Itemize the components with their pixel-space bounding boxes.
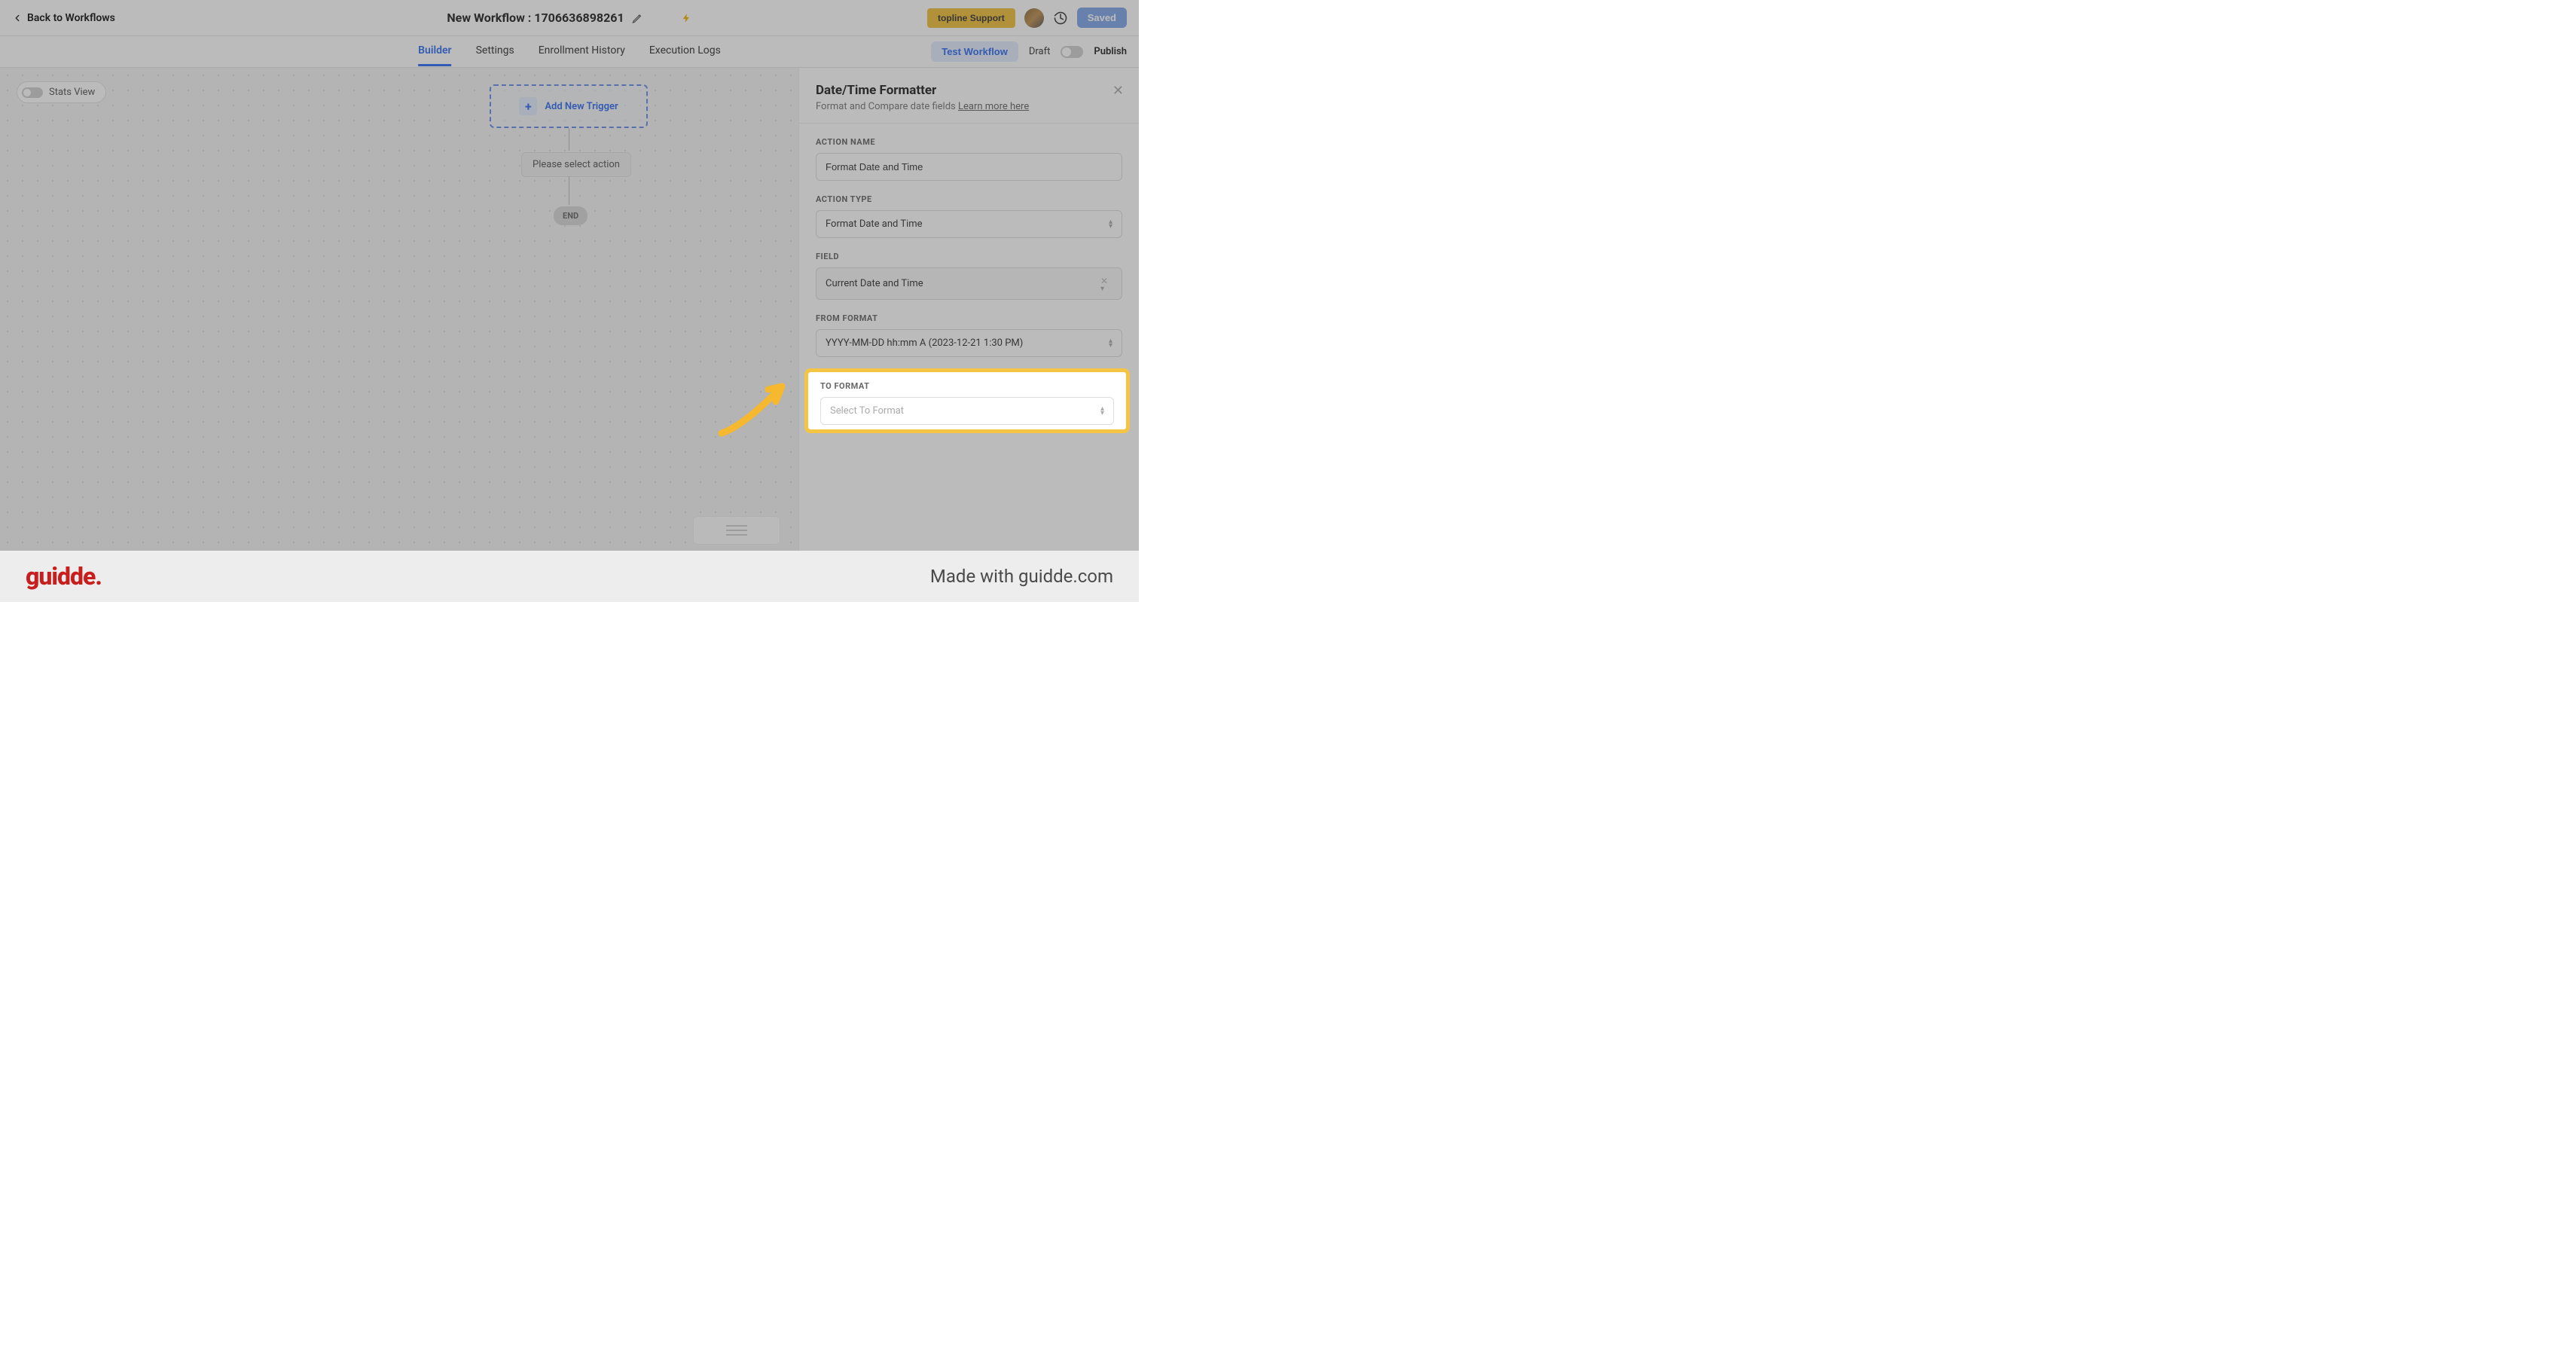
guidde-logo: guidde. <box>26 562 102 591</box>
tab-execution-logs[interactable]: Execution Logs <box>649 37 721 66</box>
support-button[interactable]: topline Support <box>927 8 1015 28</box>
side-panel: Date/Time Formatter Format and Compare d… <box>798 68 1139 551</box>
back-label: Back to Workflows <box>27 12 115 24</box>
select-action-node[interactable]: Please select action <box>521 152 631 177</box>
bolt-icon <box>682 11 692 25</box>
end-node: END <box>554 206 588 225</box>
close-icon[interactable]: ✕ <box>1113 83 1124 99</box>
footer-attribution: Made with guidde.com <box>930 566 1113 587</box>
learn-more-link[interactable]: Learn more here <box>958 101 1029 112</box>
to-format-label: TO FORMAT <box>820 381 1114 391</box>
field-label: FIELD <box>816 252 1122 261</box>
to-format-highlight: TO FORMAT Select To Format ▴▾ <box>804 368 1130 433</box>
chevron-updown-icon: ▴▾ <box>1100 407 1104 416</box>
publish-label: Publish <box>1094 46 1127 57</box>
publish-toggle[interactable] <box>1061 46 1083 58</box>
action-type-label: ACTION TYPE <box>816 194 1122 204</box>
add-trigger-label: Add New Trigger <box>545 101 618 112</box>
field-select[interactable]: Current Date and Time ✕▾ <box>816 267 1122 300</box>
tab-enrollment-history[interactable]: Enrollment History <box>539 37 625 66</box>
panel-title: Date/Time Formatter <box>816 83 1122 98</box>
chevron-updown-icon: ▴▾ <box>1109 339 1113 348</box>
from-format-select[interactable]: YYYY-MM-DD hh:mm A (2023-12-21 1:30 PM) … <box>816 329 1122 357</box>
pencil-icon[interactable] <box>632 12 644 24</box>
to-format-select[interactable]: Select To Format ▴▾ <box>820 397 1114 425</box>
add-trigger-box[interactable]: + Add New Trigger <box>490 84 648 128</box>
test-workflow-button[interactable]: Test Workflow <box>931 41 1018 62</box>
tab-settings[interactable]: Settings <box>476 37 514 66</box>
chevron-left-icon <box>12 13 23 23</box>
chevron-down-icon: ▾ <box>1100 287 1113 292</box>
action-name-label: ACTION NAME <box>816 137 1122 147</box>
back-to-workflows[interactable]: Back to Workflows <box>12 12 115 24</box>
chevron-updown-icon: ▴▾ <box>1109 220 1113 229</box>
history-icon[interactable] <box>1053 11 1068 26</box>
draft-label: Draft <box>1029 46 1051 57</box>
stats-toggle-switch[interactable] <box>22 87 43 98</box>
workflow-title: New Workflow : 1706636898261 <box>447 11 624 25</box>
plus-icon: + <box>519 97 537 115</box>
footer: guidde. Made with guidde.com <box>0 551 1139 602</box>
action-type-select[interactable]: Format Date and Time ▴▾ <box>816 210 1122 238</box>
saved-button[interactable]: Saved <box>1077 8 1127 28</box>
stats-view-toggle[interactable]: Stats View <box>17 81 106 103</box>
annotation-arrow <box>714 373 804 441</box>
from-format-label: FROM FORMAT <box>816 313 1122 323</box>
avatar[interactable] <box>1024 8 1044 28</box>
menu-icon <box>726 525 747 536</box>
action-name-input[interactable] <box>816 153 1122 181</box>
workflow-canvas[interactable]: Stats View + Add New Trigger Please sele… <box>0 68 798 551</box>
stats-label: Stats View <box>49 87 95 98</box>
canvas-controls[interactable] <box>693 516 780 545</box>
tab-builder[interactable]: Builder <box>418 37 451 66</box>
panel-subtitle: Format and Compare date fields Learn mor… <box>816 101 1122 112</box>
